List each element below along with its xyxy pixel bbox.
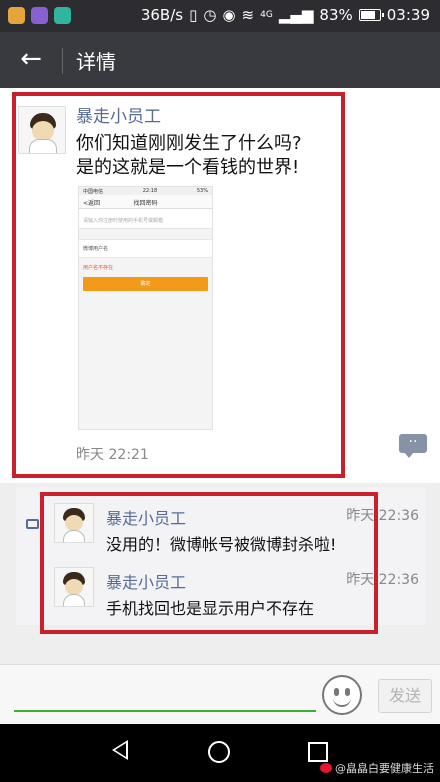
- post-time: 昨天 22:21: [76, 447, 149, 463]
- avatar[interactable]: [18, 106, 66, 154]
- screenshot-button: 确定: [83, 277, 208, 291]
- post-author[interactable]: 暴走小员工: [76, 102, 161, 127]
- alarm-icon: ◷: [203, 6, 217, 24]
- wifi-icon: ≋: [241, 6, 255, 24]
- comment-input[interactable]: [14, 710, 316, 712]
- weibo-icon: [320, 763, 332, 773]
- comment-time: 昨天 22:36: [346, 508, 419, 524]
- signal-icon: ▂▄▆: [278, 6, 314, 24]
- system-nav-bar: @皛皛白要健康生活: [0, 724, 440, 782]
- network-type: 4G: [260, 10, 273, 20]
- vibrate-icon: ▯: [189, 6, 198, 24]
- header-divider: [62, 48, 63, 74]
- comment-text: 没用的！微博帐号被微博封杀啦!: [106, 535, 337, 554]
- notification-icons: [8, 7, 71, 24]
- nav-recents-icon[interactable]: [308, 742, 328, 762]
- nav-home-icon[interactable]: [208, 741, 230, 763]
- comment-item[interactable]: 暴走小员工 昨天 22:36 手机找回也是显示用户不存在: [46, 559, 421, 619]
- avatar[interactable]: [54, 567, 94, 607]
- screenshot-error: 用户名不存在: [83, 265, 114, 271]
- comments-section: 暴走小员工 昨天 22:36 没用的！微博帐号被微博封杀啦! 暴走小员工 昨天 …: [16, 487, 426, 625]
- comment-author[interactable]: 暴走小员工: [106, 505, 186, 529]
- moment-post: 暴走小员工 你们知道刚刚发生了什么吗? 是的这就是一个看钱的世界! 中国电信 2…: [0, 88, 440, 483]
- watermark-text: @皛皛白要健康生活: [335, 762, 434, 775]
- screenshot-field: 微博用户名: [79, 239, 212, 258]
- app-notification-icon: [31, 7, 48, 24]
- comment-time: 昨天 22:36: [346, 572, 419, 588]
- arrow-left-icon[interactable]: ←: [14, 42, 48, 76]
- app-notification-icon: [54, 7, 71, 24]
- comment-item[interactable]: 暴走小员工 昨天 22:36 没用的！微博帐号被微博封杀啦!: [46, 495, 421, 555]
- screenshot-title: 找回密码: [133, 200, 158, 207]
- battery-percent: 83%: [319, 6, 353, 24]
- comment-bubble-icon: [26, 519, 39, 529]
- screenshot-status-bar: 中国电信 22:18 53%: [79, 187, 212, 195]
- battery-level: [360, 11, 375, 19]
- page-title: 详情: [76, 50, 116, 74]
- send-button[interactable]: 发送: [378, 679, 432, 713]
- clock: 03:39: [386, 6, 430, 24]
- smiley-icon[interactable]: [322, 675, 362, 715]
- screenshot-nav: <返回 找回密码: [79, 195, 212, 209]
- nav-back-icon[interactable]: [112, 740, 128, 760]
- comment-input-bar: 发送: [0, 664, 440, 724]
- avatar[interactable]: [54, 503, 94, 543]
- battery-icon: [358, 9, 384, 21]
- comment-icon[interactable]: ··: [399, 434, 427, 458]
- network-speed: 36B/s: [140, 6, 184, 24]
- comment-text: 手机找回也是显示用户不存在: [106, 599, 315, 618]
- post-text: 你们知道刚刚发生了什么吗? 是的这就是一个看钱的世界!: [76, 133, 302, 178]
- watermark: @皛皛白要健康生活: [320, 760, 434, 776]
- app-notification-icon: [8, 7, 25, 24]
- screenshot-hint: 请输入你注册时使用的手机号或邮箱: [79, 209, 212, 229]
- post-image[interactable]: 中国电信 22:18 53% <返回 找回密码 请输入你注册时使用的手机号或邮箱…: [78, 186, 213, 430]
- app-header: ← 详情: [0, 32, 440, 88]
- status-bar: 36B/s ▯ ◷ ◉ ≋ 4G ▂▄▆ 83% 03:39: [0, 0, 440, 32]
- comment-author[interactable]: 暴走小员工: [106, 569, 186, 593]
- eye-icon: ◉: [222, 6, 236, 24]
